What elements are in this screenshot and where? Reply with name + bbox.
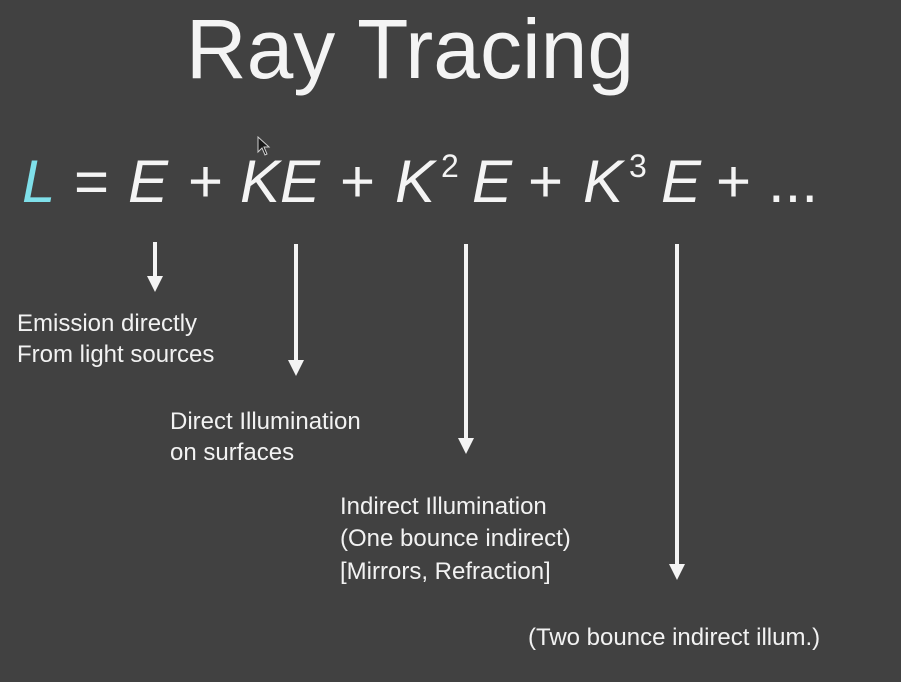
arrow-direct-illumination xyxy=(288,244,304,376)
slide: Ray Tracing L = E + KE + K 2 E + K 3 E +… xyxy=(0,0,901,682)
label-two-bounce: (Two bounce indirect illum.) xyxy=(528,624,821,651)
arrow-emission xyxy=(147,242,163,292)
label-emission-line-2: From light sources xyxy=(17,341,215,368)
label-direct-line-1: Direct Illumination xyxy=(170,408,361,435)
label-direct-line-2: on surfaces xyxy=(170,439,295,466)
label-emission-line-1: Emission directly xyxy=(17,310,198,337)
label-indirect-line-3: [Mirrors, Refraction] xyxy=(340,558,551,585)
arrow-two-bounce xyxy=(669,244,685,580)
arrow-indirect-illumination xyxy=(458,244,474,454)
label-indirect-line-2: (One bounce indirect) xyxy=(340,525,571,552)
label-indirect-line-1: Indirect Illumination xyxy=(340,493,547,520)
mouse-cursor-icon xyxy=(257,136,271,156)
